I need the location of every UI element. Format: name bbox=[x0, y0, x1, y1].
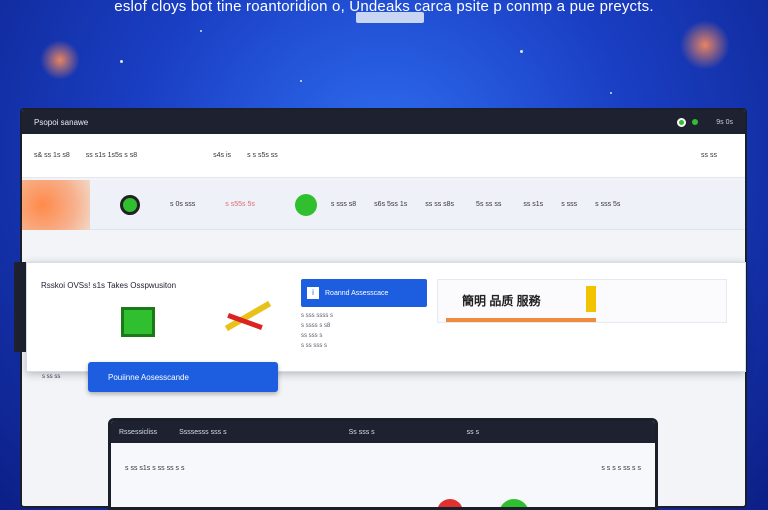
thumbnail-image bbox=[22, 179, 90, 230]
list-item[interactable]: s ssss s s8 bbox=[301, 321, 333, 331]
star bbox=[120, 60, 123, 63]
card-list: s sss ssss s s ssss s s8 ss sss s s ss s… bbox=[301, 311, 333, 351]
green-circle-icon bbox=[294, 193, 317, 216]
tab[interactable]: Rssessicliss bbox=[119, 429, 157, 436]
star bbox=[610, 92, 612, 94]
headline-badge bbox=[356, 12, 424, 23]
toolbar-item[interactable]: ss s1s 1s5s s s8 bbox=[86, 152, 137, 159]
window-right-label: 9s 0s bbox=[716, 118, 733, 126]
toolbar-item[interactable]: s s s5s ss bbox=[247, 152, 278, 159]
left-rail bbox=[14, 262, 26, 352]
row-cell: s sss s8 bbox=[330, 201, 357, 208]
star bbox=[300, 80, 302, 82]
plus-icon: i bbox=[307, 287, 319, 299]
tab[interactable]: ss s bbox=[467, 429, 479, 436]
row-cell: s sss 5s bbox=[595, 201, 621, 208]
tab[interactable]: Ss sss s bbox=[349, 429, 375, 436]
star bbox=[200, 30, 202, 32]
row-cell: s6s 5ss 1s bbox=[374, 201, 408, 208]
toolbar-item[interactable]: s& ss 1s s8 bbox=[34, 152, 70, 159]
green-device-icon bbox=[121, 307, 155, 337]
red-circle-icon bbox=[437, 499, 463, 507]
row-cell: 5s ss ss bbox=[476, 201, 502, 208]
banner-accent bbox=[586, 286, 596, 312]
list-item[interactable]: s ss sss s bbox=[301, 341, 333, 351]
data-row[interactable]: s 0s sss s s55s 5s s sss s8 s6s 5ss 1s s… bbox=[22, 179, 745, 230]
green-circle-icon bbox=[120, 194, 140, 215]
roannd-assesscace-button[interactable]: i Roannd Assesscace bbox=[301, 279, 427, 307]
status-green-icon[interactable] bbox=[677, 117, 687, 127]
tab[interactable]: Ssssesss sss s bbox=[179, 429, 226, 436]
list-item[interactable]: ss sss s bbox=[301, 331, 333, 341]
toolbar-item[interactable]: s4s is bbox=[213, 152, 231, 159]
row-cell: s sss bbox=[561, 201, 578, 208]
pouiinne-aosesscande-button[interactable]: Pouiinne Aosesscande bbox=[88, 362, 278, 392]
toolbar-right-item[interactable]: ss ss bbox=[701, 152, 717, 159]
row-cell: s s55s 5s bbox=[225, 201, 255, 208]
title-bar: Psopoi sanawe 9s 0s bbox=[22, 110, 745, 134]
star bbox=[520, 50, 523, 53]
window-title: Psopoi sanawe bbox=[34, 117, 89, 127]
list-item[interactable]: s sss ssss s bbox=[301, 311, 333, 321]
banner-text: 簡明 品质 服務 bbox=[462, 294, 541, 308]
card-title: Rsskoi OVSs! s1s Takes Osspwusiton bbox=[41, 281, 177, 290]
secondary-row: s ss s1s s ss ss s s s s s s ss s s bbox=[111, 443, 655, 472]
secondary-window: Rssessicliss Ssssesss sss s Ss sss s ss … bbox=[108, 418, 658, 510]
banner-underline bbox=[446, 318, 596, 322]
toolbar: s& ss 1s s8 ss s1s 1s5s s s8 s4s is s s … bbox=[22, 134, 745, 178]
nebula-glow bbox=[680, 20, 730, 70]
green-circle-icon bbox=[499, 499, 529, 507]
promo-banner[interactable]: 簡明 品质 服務 bbox=[437, 279, 727, 323]
row-cell: ss ss s8s bbox=[425, 201, 455, 208]
status-green-small-icon[interactable] bbox=[692, 119, 699, 125]
secondary-title-bar: Rssessicliss Ssssesss sss s Ss sss s ss … bbox=[111, 421, 655, 443]
side-label: s ss ss bbox=[42, 374, 61, 380]
row-text: s s s s ss s s bbox=[601, 465, 641, 472]
nebula-glow bbox=[40, 40, 80, 80]
row-cell: s 0s sss bbox=[170, 201, 196, 208]
row-cell: ss s1s bbox=[523, 201, 544, 208]
button-label: Roannd Assesscace bbox=[325, 289, 389, 297]
row-text: s ss s1s s ss ss s s bbox=[125, 465, 185, 472]
assistance-card: Rsskoi OVSs! s1s Takes Osspwusiton i Roa… bbox=[26, 262, 746, 372]
